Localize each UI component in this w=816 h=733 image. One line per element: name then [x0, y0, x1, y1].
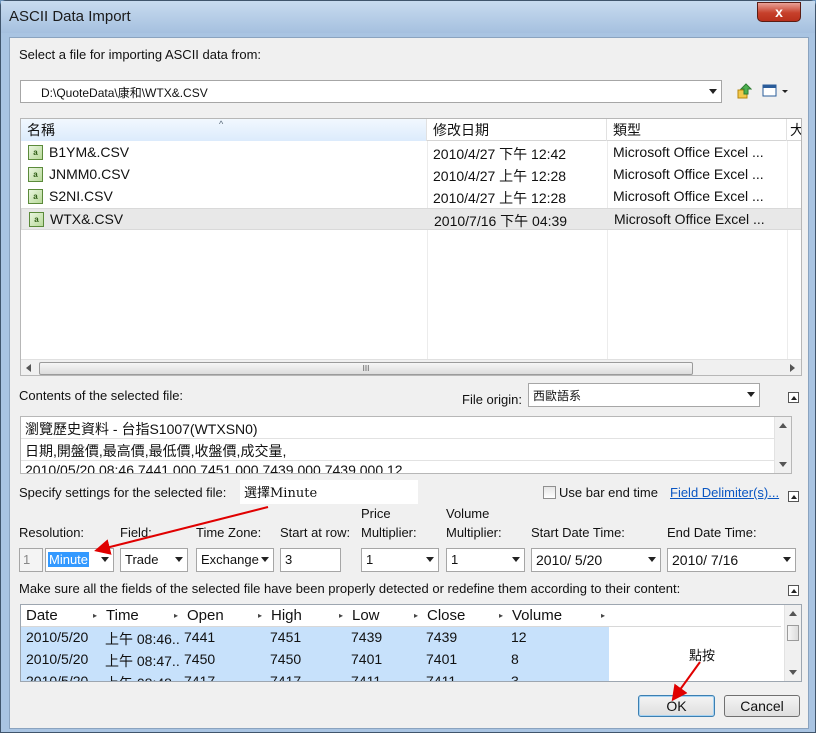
annotation-arrows — [94, 506, 701, 702]
dialog-body: Select a file for importing ASCII data f… — [9, 37, 809, 729]
close-button[interactable]: x — [757, 2, 801, 22]
arrow-to-minute — [94, 506, 269, 555]
arrow-to-ok — [671, 661, 701, 702]
title-bar[interactable]: ASCII Data Import x — [1, 1, 815, 33]
window-title: ASCII Data Import — [9, 8, 131, 25]
ascii-data-import-dialog: ASCII Data Import x Select a file for im… — [0, 0, 816, 733]
